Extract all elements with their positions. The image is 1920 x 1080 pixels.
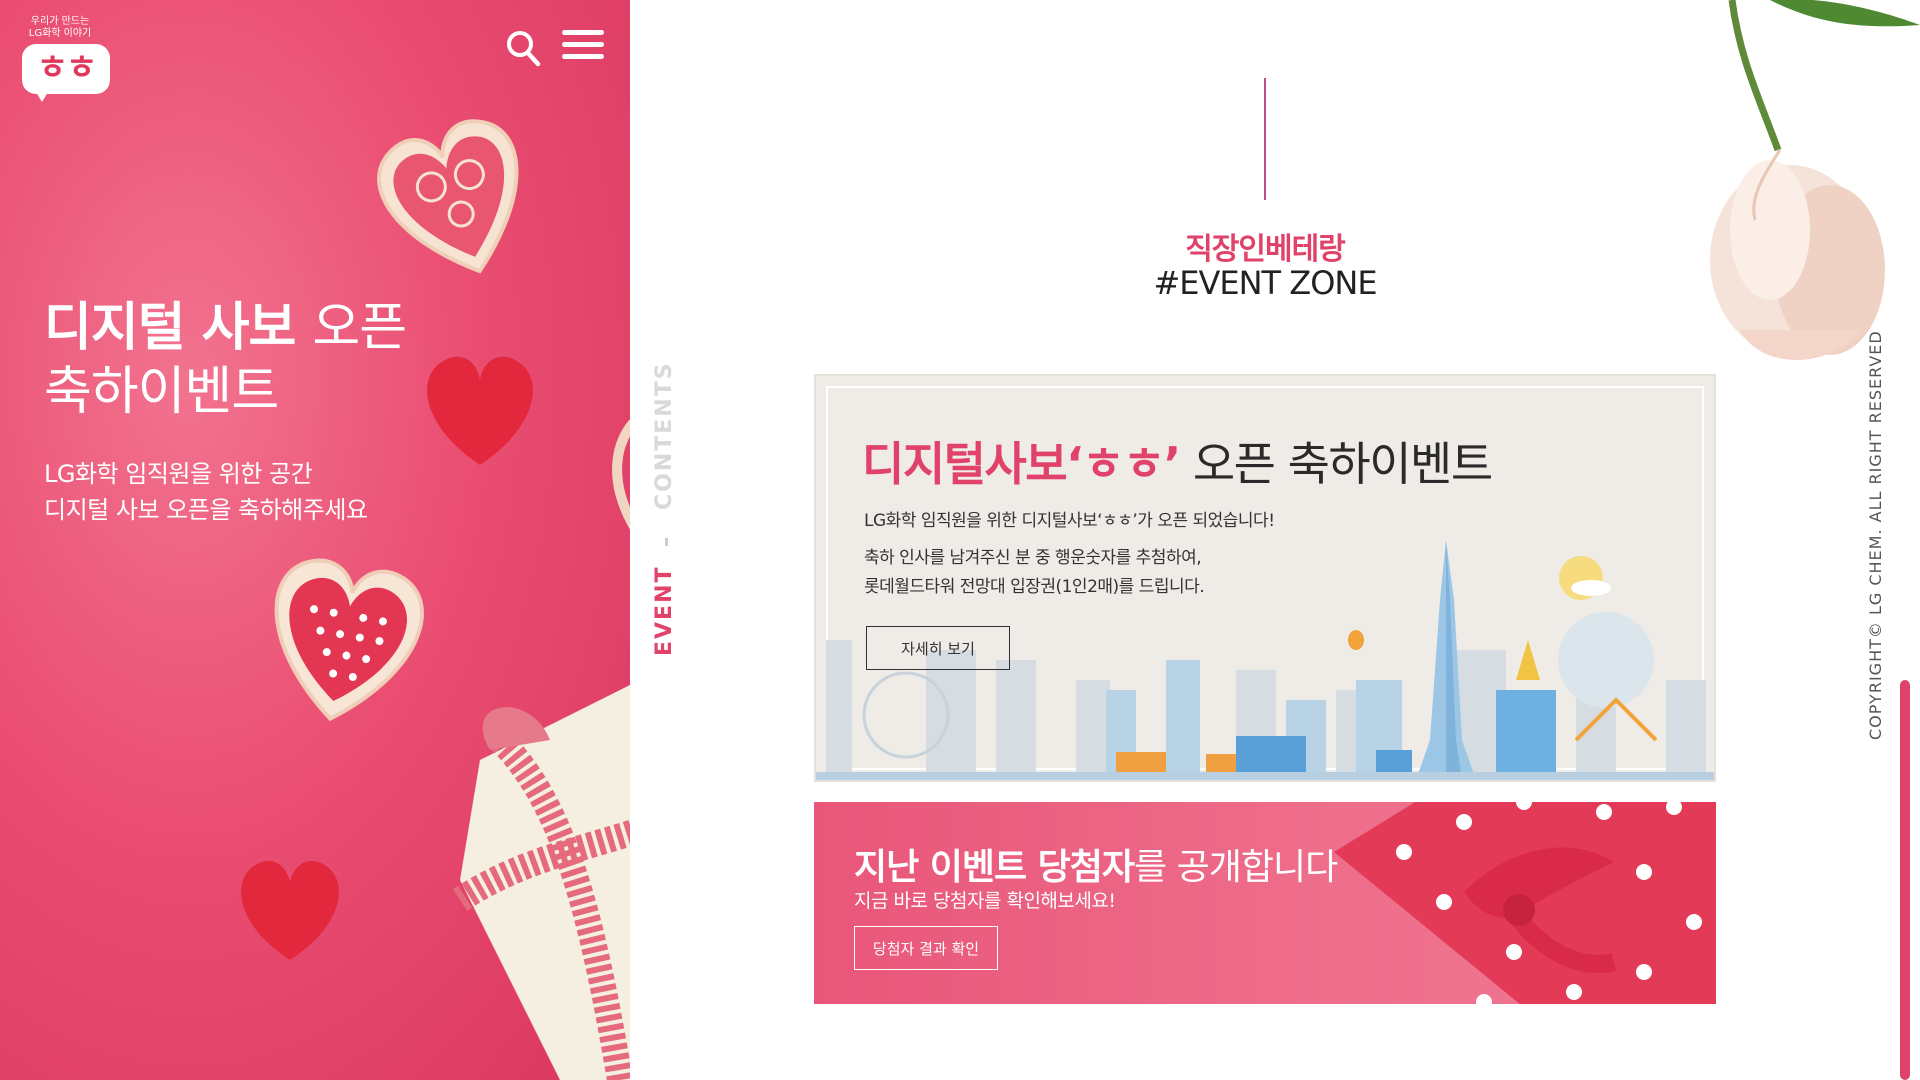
heart-decoration-top xyxy=(377,119,519,274)
hero-panel: 우리가 만드는 LG화학 이야기 ㅎㅎ 디지털 사보 오픈 축하이벤트 LG화학… xyxy=(0,0,630,1080)
event-card-details: 축하 인사를 남겨주신 분 중 행운숫자를 추첨하여, 롯데월드타워 전망대 입… xyxy=(864,544,1205,602)
section-title: #EVENT ZONE xyxy=(1153,264,1377,302)
event-card-description: LG화학 임직원을 위한 디지털사보‘ㅎㅎ’가 오픈 되었습니다! xyxy=(864,511,1275,531)
hero-title-bold: 디지털 사보 xyxy=(44,298,296,358)
rose-decoration xyxy=(1710,0,1920,360)
event-card: 디지털사보‘ㅎㅎ’ 오픈 축하이벤트 LG화학 임직원을 위한 디지털사보‘ㅎㅎ… xyxy=(814,374,1716,782)
event-card-details-line2: 롯데월드타워 전망대 입장권(1인2매)를 드립니다. xyxy=(864,577,1205,597)
hero-title: 디지털 사보 오픈 축하이벤트 xyxy=(44,296,407,424)
heart-decoration-small xyxy=(241,861,339,960)
view-details-button[interactable]: 자세히 보기 xyxy=(866,626,1010,670)
hero-sub-line1: LG화학 임직원을 위한 공간 xyxy=(44,460,313,488)
search-icon xyxy=(507,31,541,67)
tab-event[interactable]: EVENT xyxy=(652,565,677,656)
hero-sub-line2: 디지털 사보 오픈을 축하해주세요 xyxy=(44,496,368,524)
winners-banner[interactable]: 지난 이벤트 당첨자를 공개합니다 지금 바로 당첨자를 확인해보세요! 당첨자… xyxy=(814,802,1716,1004)
gift-box-decoration xyxy=(452,685,630,1080)
winners-title-bold: 지난 이벤트 당첨자 xyxy=(854,847,1135,888)
brand-logo[interactable]: 우리가 만드는 LG화학 이야기 ㅎㅎ xyxy=(22,16,112,102)
event-card-details-line1: 축하 인사를 남겨주신 분 중 행운숫자를 추첨하여, xyxy=(864,548,1202,568)
event-card-title-rest: 오픈 축하이벤트 xyxy=(1192,437,1493,491)
section-kicker: 직장인베테랑 xyxy=(1185,232,1346,267)
hero-title-line2: 축하이벤트 xyxy=(44,362,279,422)
nav-separator xyxy=(665,538,668,546)
hero-title-light: 오픈 xyxy=(312,298,407,358)
hamburger-menu-icon-bar xyxy=(562,42,604,47)
scrollbar-thumb[interactable] xyxy=(1900,680,1910,1080)
vertical-section-nav: CONTENTS EVENT xyxy=(652,361,688,670)
winners-subtitle: 지금 바로 당첨자를 확인해보세요! xyxy=(854,890,1116,912)
logo-mark: ㅎㅎ xyxy=(22,44,110,102)
event-card-title-highlight: 디지털사보‘ㅎㅎ’ xyxy=(862,437,1181,491)
search-button[interactable] xyxy=(505,28,541,68)
heart-decoration-red xyxy=(427,356,533,465)
logo-tagline: 우리가 만드는 LG화학 이야기 xyxy=(28,16,92,39)
winners-title: 지난 이벤트 당첨자를 공개합니다 xyxy=(854,838,1338,890)
heart-decoration-partial xyxy=(612,420,630,530)
hamburger-menu-button[interactable] xyxy=(562,30,604,66)
heart-decoration-dotted xyxy=(274,558,424,722)
hero-subtitle: LG화학 임직원을 위한 공간 디지털 사보 오픈을 축하해주세요 xyxy=(44,456,368,528)
tab-contents[interactable]: CONTENTS xyxy=(652,361,677,510)
section-divider-line xyxy=(1264,78,1266,200)
event-card-title: 디지털사보‘ㅎㅎ’ 오픈 축하이벤트 xyxy=(862,428,1493,494)
check-winners-button[interactable]: 당첨자 결과 확인 xyxy=(854,926,998,970)
copyright-text: COPYRIGHT© LG CHEM. ALL RIGHT RESERVED xyxy=(1866,330,1885,740)
gift-box-polka-decoration xyxy=(1334,802,1716,1004)
hamburger-menu-icon xyxy=(562,30,604,35)
winners-title-rest: 를 공개합니다 xyxy=(1134,847,1338,888)
hamburger-menu-icon-bar xyxy=(562,54,604,59)
